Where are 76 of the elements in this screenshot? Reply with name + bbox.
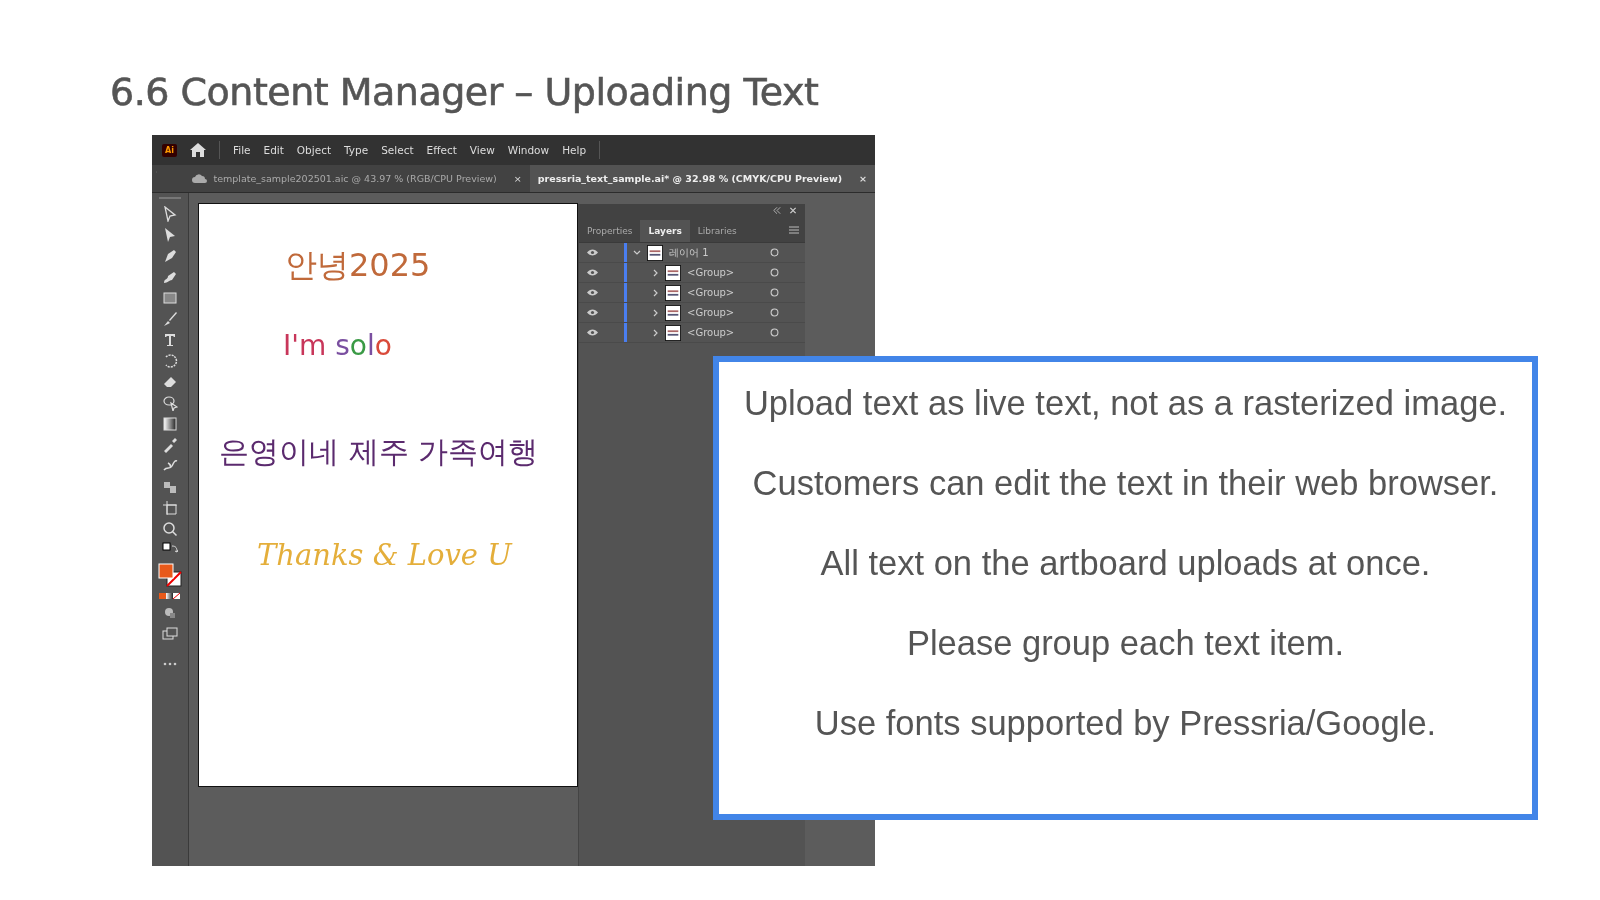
shape-builder-icon[interactable]	[162, 395, 178, 411]
close-icon[interactable]	[789, 207, 797, 214]
eye-icon[interactable]	[587, 269, 598, 276]
eye-icon[interactable]	[587, 289, 598, 296]
layer-thumbnail	[647, 244, 663, 261]
fill-stroke-swatch[interactable]	[158, 563, 182, 587]
layer-row[interactable]: <Group>	[579, 263, 805, 283]
layer-row[interactable]: <Group>	[579, 283, 805, 303]
artboard-text[interactable]: I'm solo	[283, 329, 392, 362]
pen-icon[interactable]	[162, 248, 178, 264]
selection-arrow-icon[interactable]	[162, 206, 178, 222]
layer-thumbnail	[665, 304, 681, 321]
artboard-icon[interactable]	[162, 500, 178, 516]
layer-row[interactable]: <Group>	[579, 303, 805, 323]
menu-item[interactable]: Edit	[263, 144, 284, 156]
document-tab[interactable]: pressria_text_sample.ai* @ 32.98 % (CMYK/CPU Preview) ×	[529, 165, 875, 192]
layer-thumbnail	[665, 284, 681, 301]
artboard-text[interactable]: 안녕2025	[285, 244, 431, 288]
panel-tab[interactable]: Libraries	[689, 220, 745, 242]
panel-tab[interactable]: Layers	[640, 220, 690, 242]
home-icon[interactable]	[189, 143, 206, 157]
layer-name[interactable]: <Group>	[687, 307, 770, 318]
screen-mode-icon[interactable]	[162, 626, 178, 642]
menu-icon[interactable]	[789, 226, 799, 234]
menu-item[interactable]: Object	[296, 144, 332, 156]
callout-text: Please group each text item.	[906, 624, 1345, 664]
menu-item[interactable]: Type	[344, 144, 369, 156]
draw-mode-icon[interactable]	[162, 605, 178, 621]
chevron-icon[interactable]	[651, 328, 659, 337]
menu-item[interactable]: Select	[381, 144, 414, 156]
menu-item[interactable]: View	[469, 144, 495, 156]
eye-icon[interactable]	[587, 309, 598, 316]
menu-item[interactable]: Effect	[426, 144, 457, 156]
zoom-icon[interactable]	[162, 521, 178, 537]
callout-text: Customers can edit the text in their web browser.	[752, 464, 1499, 504]
eyedropper-icon[interactable]	[162, 437, 178, 453]
menu-item[interactable]: Window	[507, 144, 550, 156]
layer-name[interactable]: <Group>	[687, 267, 770, 278]
curvature-pen-icon[interactable]	[162, 269, 178, 285]
layer-row[interactable]: 레이어 1	[579, 243, 805, 263]
artboard-text[interactable]: 은영이네 제주 가족여행	[219, 432, 539, 473]
collapse-icon[interactable]	[773, 207, 781, 214]
target-circle-icon[interactable]	[770, 288, 779, 297]
layer-name[interactable]: 레이어 1	[669, 245, 770, 260]
panel-tab[interactable]: Properties	[579, 220, 641, 242]
slide-title: 6.6 Content Manager – Uploading Text	[110, 70, 819, 114]
live-paint-icon[interactable]	[162, 479, 178, 495]
gradient-icon[interactable]	[162, 416, 178, 432]
target-circle-icon[interactable]	[770, 328, 779, 337]
chevron-icon[interactable]	[651, 268, 659, 277]
callout-text: Use fonts supported by Pressria/Google.	[814, 704, 1437, 744]
rotate-icon[interactable]	[162, 353, 178, 369]
target-circle-icon[interactable]	[770, 308, 779, 317]
callout-text: All text on the artboard uploads at once.	[820, 544, 1431, 584]
type-icon[interactable]	[162, 332, 178, 348]
eye-icon[interactable]	[587, 249, 598, 256]
paintbrush-icon[interactable]	[162, 311, 178, 327]
chevron-icon[interactable]	[651, 288, 659, 297]
layer-row[interactable]: <Group>	[579, 323, 805, 343]
eraser-icon[interactable]	[162, 374, 178, 390]
target-circle-icon[interactable]	[770, 268, 779, 277]
eye-icon[interactable]	[587, 329, 598, 336]
target-circle-icon[interactable]	[770, 248, 779, 257]
layer-thumbnail	[665, 264, 681, 281]
app-logo: Ai	[162, 143, 177, 157]
chevron-icon[interactable]	[633, 248, 641, 257]
menu-item[interactable]: Help	[562, 144, 587, 156]
rectangle-icon[interactable]	[162, 290, 178, 306]
chevron-icon[interactable]	[651, 308, 659, 317]
layer-name[interactable]: <Group>	[687, 327, 770, 338]
menu-item[interactable]: File	[232, 144, 251, 156]
layer-thumbnail	[665, 324, 681, 341]
color-mode-icon[interactable]	[158, 592, 182, 600]
layer-name[interactable]: <Group>	[687, 287, 770, 298]
callout-text: Upload text as live text, not as a rasterized image.	[743, 384, 1508, 424]
more-icon[interactable]	[162, 661, 178, 667]
